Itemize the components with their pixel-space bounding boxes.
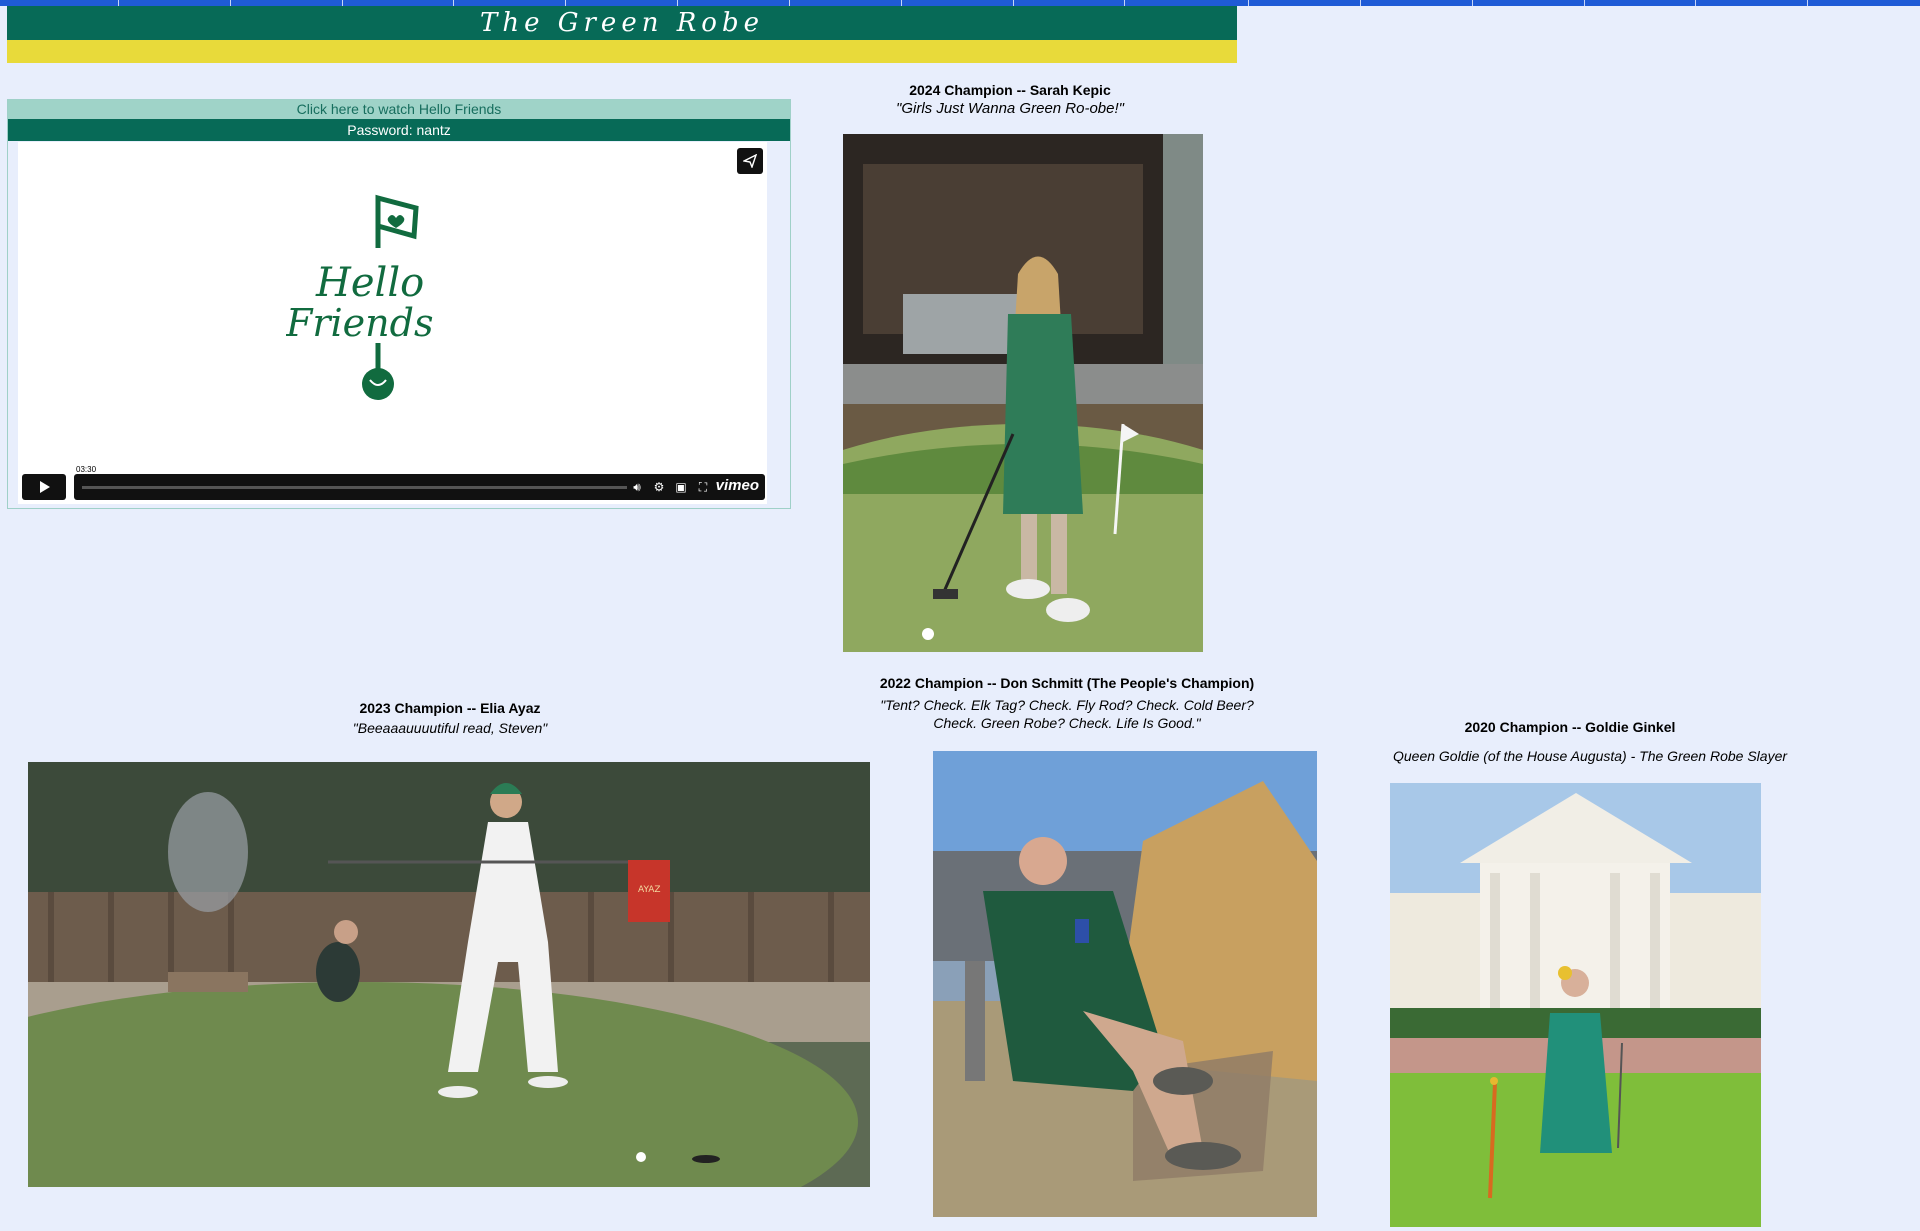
vimeo-logo[interactable]: vimeo: [716, 477, 759, 494]
nav-divider: [1472, 0, 1473, 6]
fullscreen-icon[interactable]: ⛶: [696, 480, 710, 494]
champion-quote: "Girls Just Wanna Green Ro-obe!": [896, 100, 1124, 117]
champion-photo-2024: [843, 134, 1203, 652]
flag-logo-icon: Hello Friends: [285, 194, 433, 400]
share-button[interactable]: [737, 148, 763, 174]
video-panel: Click here to watch Hello Friends Passwo…: [7, 99, 791, 509]
caption-2023: 2023 Champion -- Elia Ayaz "Beeaaauuuuti…: [330, 700, 570, 736]
play-button[interactable]: [22, 474, 66, 500]
play-icon: [40, 481, 50, 493]
champion-photo-2022: [933, 751, 1317, 1217]
caption-2022: 2022 Champion -- Don Schmitt (The People…: [858, 675, 1276, 731]
watch-video-link[interactable]: Click here to watch Hello Friends: [8, 100, 790, 119]
video-player[interactable]: Hello Friends 🔊︎ ⚙︎ ▣ ⛶ vimeo 03:30: [18, 142, 767, 504]
video-password: Password: nantz: [8, 119, 790, 141]
hello-friends-logo: Hello Friends: [285, 188, 486, 413]
champion-photo-2020: [1390, 783, 1761, 1227]
champion-name: 2020 Champion -- Goldie Ginkel: [1464, 719, 1676, 735]
nav-divider: [1248, 0, 1249, 6]
site-banner: The Green Robe: [7, 6, 1237, 63]
progress-track[interactable]: [82, 486, 627, 489]
champion-quote-line1: "Tent? Check. Elk Tag? Check. Fly Rod? C…: [880, 697, 1254, 713]
logo-hello-text: Hello: [315, 260, 424, 306]
flag-text: AYAZ: [638, 885, 661, 895]
caption-2024: 2024 Champion -- Sarah Kepic "Girls Just…: [880, 82, 1140, 117]
champion-quote: "Beeaaauuuutiful read, Steven": [352, 720, 548, 736]
volume-icon[interactable]: 🔊︎: [630, 480, 644, 494]
champion-quote-line2: Check. Green Robe? Check. Life Is Good.": [933, 715, 1201, 731]
logo-friends-text: Friends: [286, 301, 433, 345]
banner-stripe: [7, 40, 1237, 63]
caption-2020: 2020 Champion -- Goldie Ginkel Queen Gol…: [1393, 719, 1800, 764]
nav-divider: [1695, 0, 1696, 6]
champion-name: 2022 Champion -- Don Schmitt (The People…: [879, 675, 1255, 691]
video-duration: 03:30: [74, 465, 99, 474]
champion-photo-2023: AYAZ: [28, 762, 870, 1187]
player-controls: 🔊︎ ⚙︎ ▣ ⛶ vimeo 03:30: [22, 465, 765, 500]
banner-title-bar: The Green Robe: [7, 6, 1237, 40]
send-icon: [743, 154, 757, 168]
progress-bar-container: 🔊︎ ⚙︎ ▣ ⛶ vimeo: [74, 474, 765, 500]
champion-name: 2024 Champion -- Sarah Kepic: [909, 82, 1111, 98]
champion-name: 2023 Champion -- Elia Ayaz: [359, 700, 541, 716]
champion-quote: Queen Goldie (of the House Augusta) - Th…: [1392, 748, 1788, 764]
nav-divider: [1807, 0, 1808, 6]
nav-divider: [1360, 0, 1361, 6]
settings-gear-icon[interactable]: ⚙︎: [652, 480, 666, 494]
pip-icon[interactable]: ▣: [674, 480, 688, 494]
site-title: The Green Robe: [480, 8, 764, 38]
nav-divider: [1584, 0, 1585, 6]
